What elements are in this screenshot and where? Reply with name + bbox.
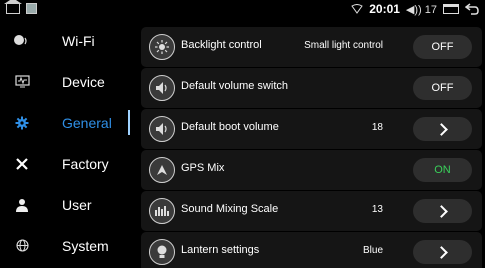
boot-volume-button[interactable] <box>413 117 472 141</box>
setting-label: Lantern settings <box>181 244 260 256</box>
sidebar-item-label: System <box>62 237 109 254</box>
window-icon[interactable] <box>443 4 459 14</box>
backlight-icon <box>149 34 175 60</box>
default-volume-toggle[interactable]: OFF <box>413 76 472 100</box>
globe-icon <box>14 238 30 254</box>
back-icon[interactable] <box>465 3 479 15</box>
setting-row-gps-mix[interactable]: GPS Mix ON <box>141 150 482 190</box>
gear-icon <box>14 115 30 131</box>
sidebar-item-device[interactable]: Device <box>0 61 130 102</box>
speaker-icon <box>149 116 175 142</box>
setting-label: GPS Mix <box>181 162 225 174</box>
setting-row-lantern[interactable]: Lantern settings Blue <box>141 232 482 268</box>
setting-row-default-volume-switch[interactable]: Default volume switch OFF <box>141 68 482 108</box>
sidebar-item-label: Wi-Fi <box>62 32 95 49</box>
wifi-icon <box>14 33 30 49</box>
image-icon <box>26 3 37 14</box>
setting-label: Default boot volume <box>181 121 279 133</box>
sidebar-item-label: General <box>62 114 112 131</box>
setting-row-sound-mixing-scale[interactable]: Sound Mixing Scale 13 <box>141 191 482 231</box>
chevron-right-icon <box>434 122 448 136</box>
setting-row-backlight[interactable]: Backlight control Small light control OF… <box>141 27 482 67</box>
sidebar-item-wifi[interactable]: Wi-Fi <box>0 20 130 61</box>
gps-mix-toggle[interactable]: ON <box>413 158 472 182</box>
sidebar-item-label: User <box>62 196 92 213</box>
wifi-status-icon <box>351 4 363 14</box>
mixer-icon <box>149 198 175 224</box>
sidebar-item-label: Factory <box>62 155 109 172</box>
sidebar-item-general[interactable]: General <box>0 102 130 143</box>
setting-value: Small light control <box>304 40 383 51</box>
gps-icon <box>149 157 175 183</box>
setting-row-default-boot-volume[interactable]: Default boot volume 18 <box>141 109 482 149</box>
sidebar-item-user[interactable]: User <box>0 184 130 225</box>
clock: 20:01 <box>369 2 400 16</box>
sidebar: Wi-Fi Device General Factory User System <box>0 20 130 268</box>
active-indicator <box>128 110 130 135</box>
home-icon[interactable] <box>4 0 22 14</box>
settings-list: Backlight control Small light control OF… <box>141 20 482 268</box>
setting-value: 18 <box>371 122 383 133</box>
chevron-right-icon <box>434 204 448 218</box>
speaker-icon <box>149 75 175 101</box>
sidebar-item-system[interactable]: System <box>0 225 130 266</box>
lantern-icon <box>149 239 175 265</box>
setting-value: Blue <box>362 245 383 256</box>
setting-label: Sound Mixing Scale <box>181 203 279 215</box>
tools-icon <box>14 156 30 172</box>
setting-label: Backlight control <box>181 39 262 51</box>
sidebar-item-factory[interactable]: Factory <box>0 143 130 184</box>
mixing-scale-button[interactable] <box>413 199 472 223</box>
status-bar: 20:01 ◀)) 17 <box>0 0 485 20</box>
chevron-right-icon <box>434 245 448 259</box>
setting-value: 13 <box>371 204 383 215</box>
sidebar-item-label: Device <box>62 73 105 90</box>
user-icon <box>14 197 30 213</box>
volume-indicator: ◀)) 17 <box>405 3 437 16</box>
lantern-button[interactable] <box>413 240 472 264</box>
device-icon <box>14 74 30 90</box>
backlight-toggle[interactable]: OFF <box>413 35 472 59</box>
setting-label: Default volume switch <box>181 80 288 92</box>
